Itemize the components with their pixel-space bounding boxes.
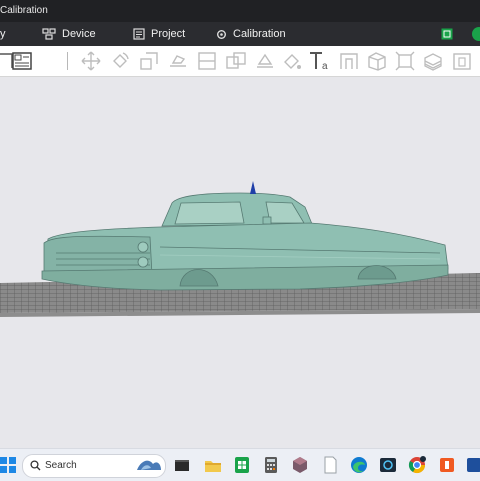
slicer-app-icon[interactable]: [290, 455, 310, 475]
account-avatar-icon[interactable]: [472, 27, 480, 44]
camera-app-icon[interactable]: [378, 455, 398, 475]
window-title-bar: Calibration: [0, 0, 480, 22]
svg-text:a: a: [322, 61, 328, 72]
project-icon: [133, 28, 145, 40]
main-toolbar: a: [0, 46, 480, 77]
widgets-icon[interactable]: [135, 456, 163, 477]
menu-calibration-tab[interactable]: Calibration: [216, 22, 286, 46]
calibration-icon: [216, 29, 227, 40]
menu-project-label: Project: [151, 28, 186, 40]
window-title: Calibration: [0, 5, 48, 16]
split-parts-icon[interactable]: [225, 50, 247, 72]
scale-icon[interactable]: [138, 50, 160, 72]
device-icon: [42, 28, 56, 40]
car-model: [41, 192, 449, 291]
layout-icon[interactable]: [11, 50, 33, 72]
orientation-marker: [250, 181, 256, 194]
plate-icon[interactable]: [451, 50, 473, 72]
lay-on-face-icon[interactable]: [167, 50, 189, 72]
move-icon[interactable]: [80, 50, 102, 72]
brim-ears-icon[interactable]: [338, 50, 360, 72]
arrange-icon[interactable]: [254, 50, 276, 72]
rotate-icon[interactable]: [109, 50, 131, 72]
variable-layer-icon[interactable]: [422, 50, 444, 72]
terminal-icon[interactable]: [172, 455, 192, 475]
chrome-browser-icon[interactable]: [407, 455, 427, 475]
3d-viewport[interactable]: [0, 77, 480, 448]
windows-taskbar: Search: [0, 448, 480, 481]
notepad-icon[interactable]: [320, 455, 340, 475]
edge-browser-icon[interactable]: [349, 455, 369, 475]
text-icon[interactable]: a: [308, 50, 330, 72]
menu-prepare-tab[interactable]: y: [0, 22, 6, 46]
windows-start-icon[interactable]: [0, 455, 18, 475]
search-placeholder: Search: [45, 460, 77, 471]
support-paint-icon[interactable]: [281, 50, 303, 72]
measure-icon[interactable]: [394, 50, 416, 72]
menu-bar: y Device Project Calibration: [0, 22, 480, 46]
menu-prepare-label: y: [0, 28, 6, 40]
app-orange-icon[interactable]: [437, 455, 457, 475]
menu-device-label: Device: [62, 28, 96, 40]
app-blue-icon[interactable]: [464, 455, 480, 475]
search-icon: [30, 460, 41, 474]
cut-icon[interactable]: [196, 50, 218, 72]
calculator-icon[interactable]: [261, 455, 281, 475]
menu-calibration-label: Calibration: [233, 28, 286, 40]
sheets-icon[interactable]: [232, 455, 252, 475]
grid-view-icon[interactable]: [441, 28, 453, 43]
file-explorer-icon[interactable]: [203, 455, 223, 475]
taskbar-search-box[interactable]: Search: [22, 454, 166, 478]
menu-project-tab[interactable]: Project: [133, 22, 185, 46]
assembly-icon[interactable]: [366, 50, 388, 72]
menu-device-tab[interactable]: Device: [42, 22, 96, 46]
toolbar-separator: [67, 52, 68, 70]
